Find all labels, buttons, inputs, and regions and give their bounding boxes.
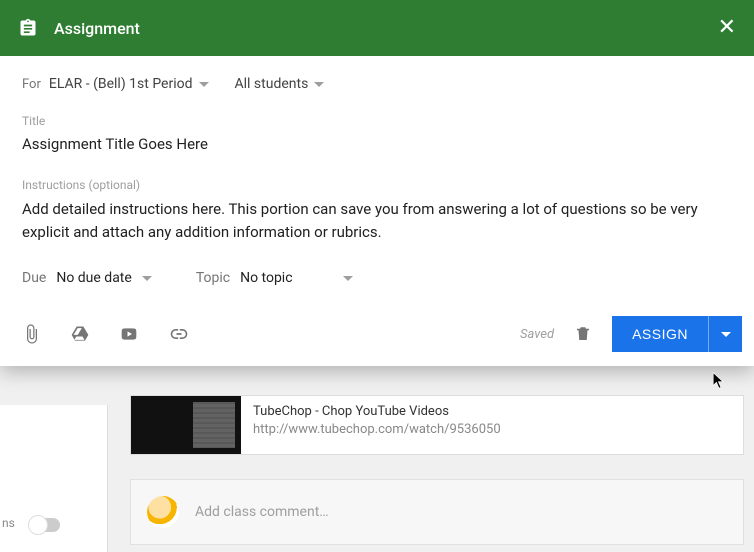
assign-button[interactable]: ASSIGN (612, 316, 708, 352)
attach-file-icon[interactable] (22, 324, 42, 344)
for-label: For (22, 77, 41, 92)
youtube-icon[interactable] (118, 324, 140, 344)
attachment-url: http://www.tubechop.com/watch/9536050 (253, 422, 501, 437)
instructions-label: Instructions (optional) (22, 178, 732, 192)
stream-area: TubeChop - Chop YouTube Videos http://ww… (130, 395, 744, 552)
chevron-down-icon (199, 82, 209, 87)
instructions-input[interactable]: Add detailed instructions here. This por… (22, 198, 732, 245)
link-icon[interactable] (168, 324, 190, 344)
title-field: Title Assignment Title Goes Here (22, 114, 732, 156)
attachment-card[interactable]: TubeChop - Chop YouTube Videos http://ww… (130, 395, 744, 455)
delete-icon[interactable] (574, 325, 592, 343)
chevron-down-icon (142, 276, 152, 281)
comment-card: Add class comment… (130, 479, 744, 545)
avatar (147, 496, 179, 528)
chevron-down-icon (314, 82, 324, 87)
attachment-title: TubeChop - Chop YouTube Videos (253, 404, 501, 419)
chevron-down-icon (721, 332, 731, 337)
sidebar-panel: ns (0, 405, 108, 552)
for-row: For ELAR - (Bell) 1st Period All student… (22, 76, 732, 92)
chevron-down-icon (343, 276, 353, 281)
assign-button-group: ASSIGN (612, 316, 742, 352)
due-value: No due date (56, 270, 131, 286)
class-selector[interactable]: ELAR - (Bell) 1st Period (49, 76, 209, 92)
modal-header: Assignment ✕ (0, 0, 754, 56)
class-name: ELAR - (Bell) 1st Period (49, 76, 193, 92)
title-label: Title (22, 114, 732, 128)
modal-title: Assignment (54, 19, 140, 38)
sidebar-label-fragment: ns (2, 516, 15, 530)
attachment-info: TubeChop - Chop YouTube Videos http://ww… (241, 396, 513, 454)
due-label: Due (22, 270, 46, 286)
close-icon[interactable]: ✕ (718, 17, 736, 39)
attachment-thumbnail (131, 396, 241, 454)
students-value: All students (235, 76, 309, 92)
title-input[interactable]: Assignment Title Goes Here (22, 134, 732, 156)
students-selector[interactable]: All students (235, 76, 325, 92)
drive-icon[interactable] (70, 324, 90, 344)
due-topic-row: Due No due date Topic No topic (22, 266, 732, 306)
topic-selector[interactable]: Topic No topic (196, 270, 353, 286)
assign-dropdown-button[interactable] (708, 316, 742, 352)
assignment-modal: Assignment ✕ For ELAR - (Bell) 1st Perio… (0, 0, 754, 366)
modal-footer: Saved ASSIGN (0, 306, 754, 366)
comment-input[interactable]: Add class comment… (195, 504, 329, 520)
topic-value: No topic (240, 270, 292, 286)
attach-icons (22, 324, 190, 344)
due-selector[interactable]: Due No due date (22, 270, 152, 286)
saved-status: Saved (520, 327, 554, 342)
assignment-icon (18, 18, 38, 38)
toggle-switch[interactable] (30, 518, 60, 532)
instructions-field: Instructions (optional) Add detailed ins… (22, 178, 732, 245)
modal-body: For ELAR - (Bell) 1st Period All student… (0, 56, 754, 306)
topic-label: Topic (196, 270, 230, 286)
